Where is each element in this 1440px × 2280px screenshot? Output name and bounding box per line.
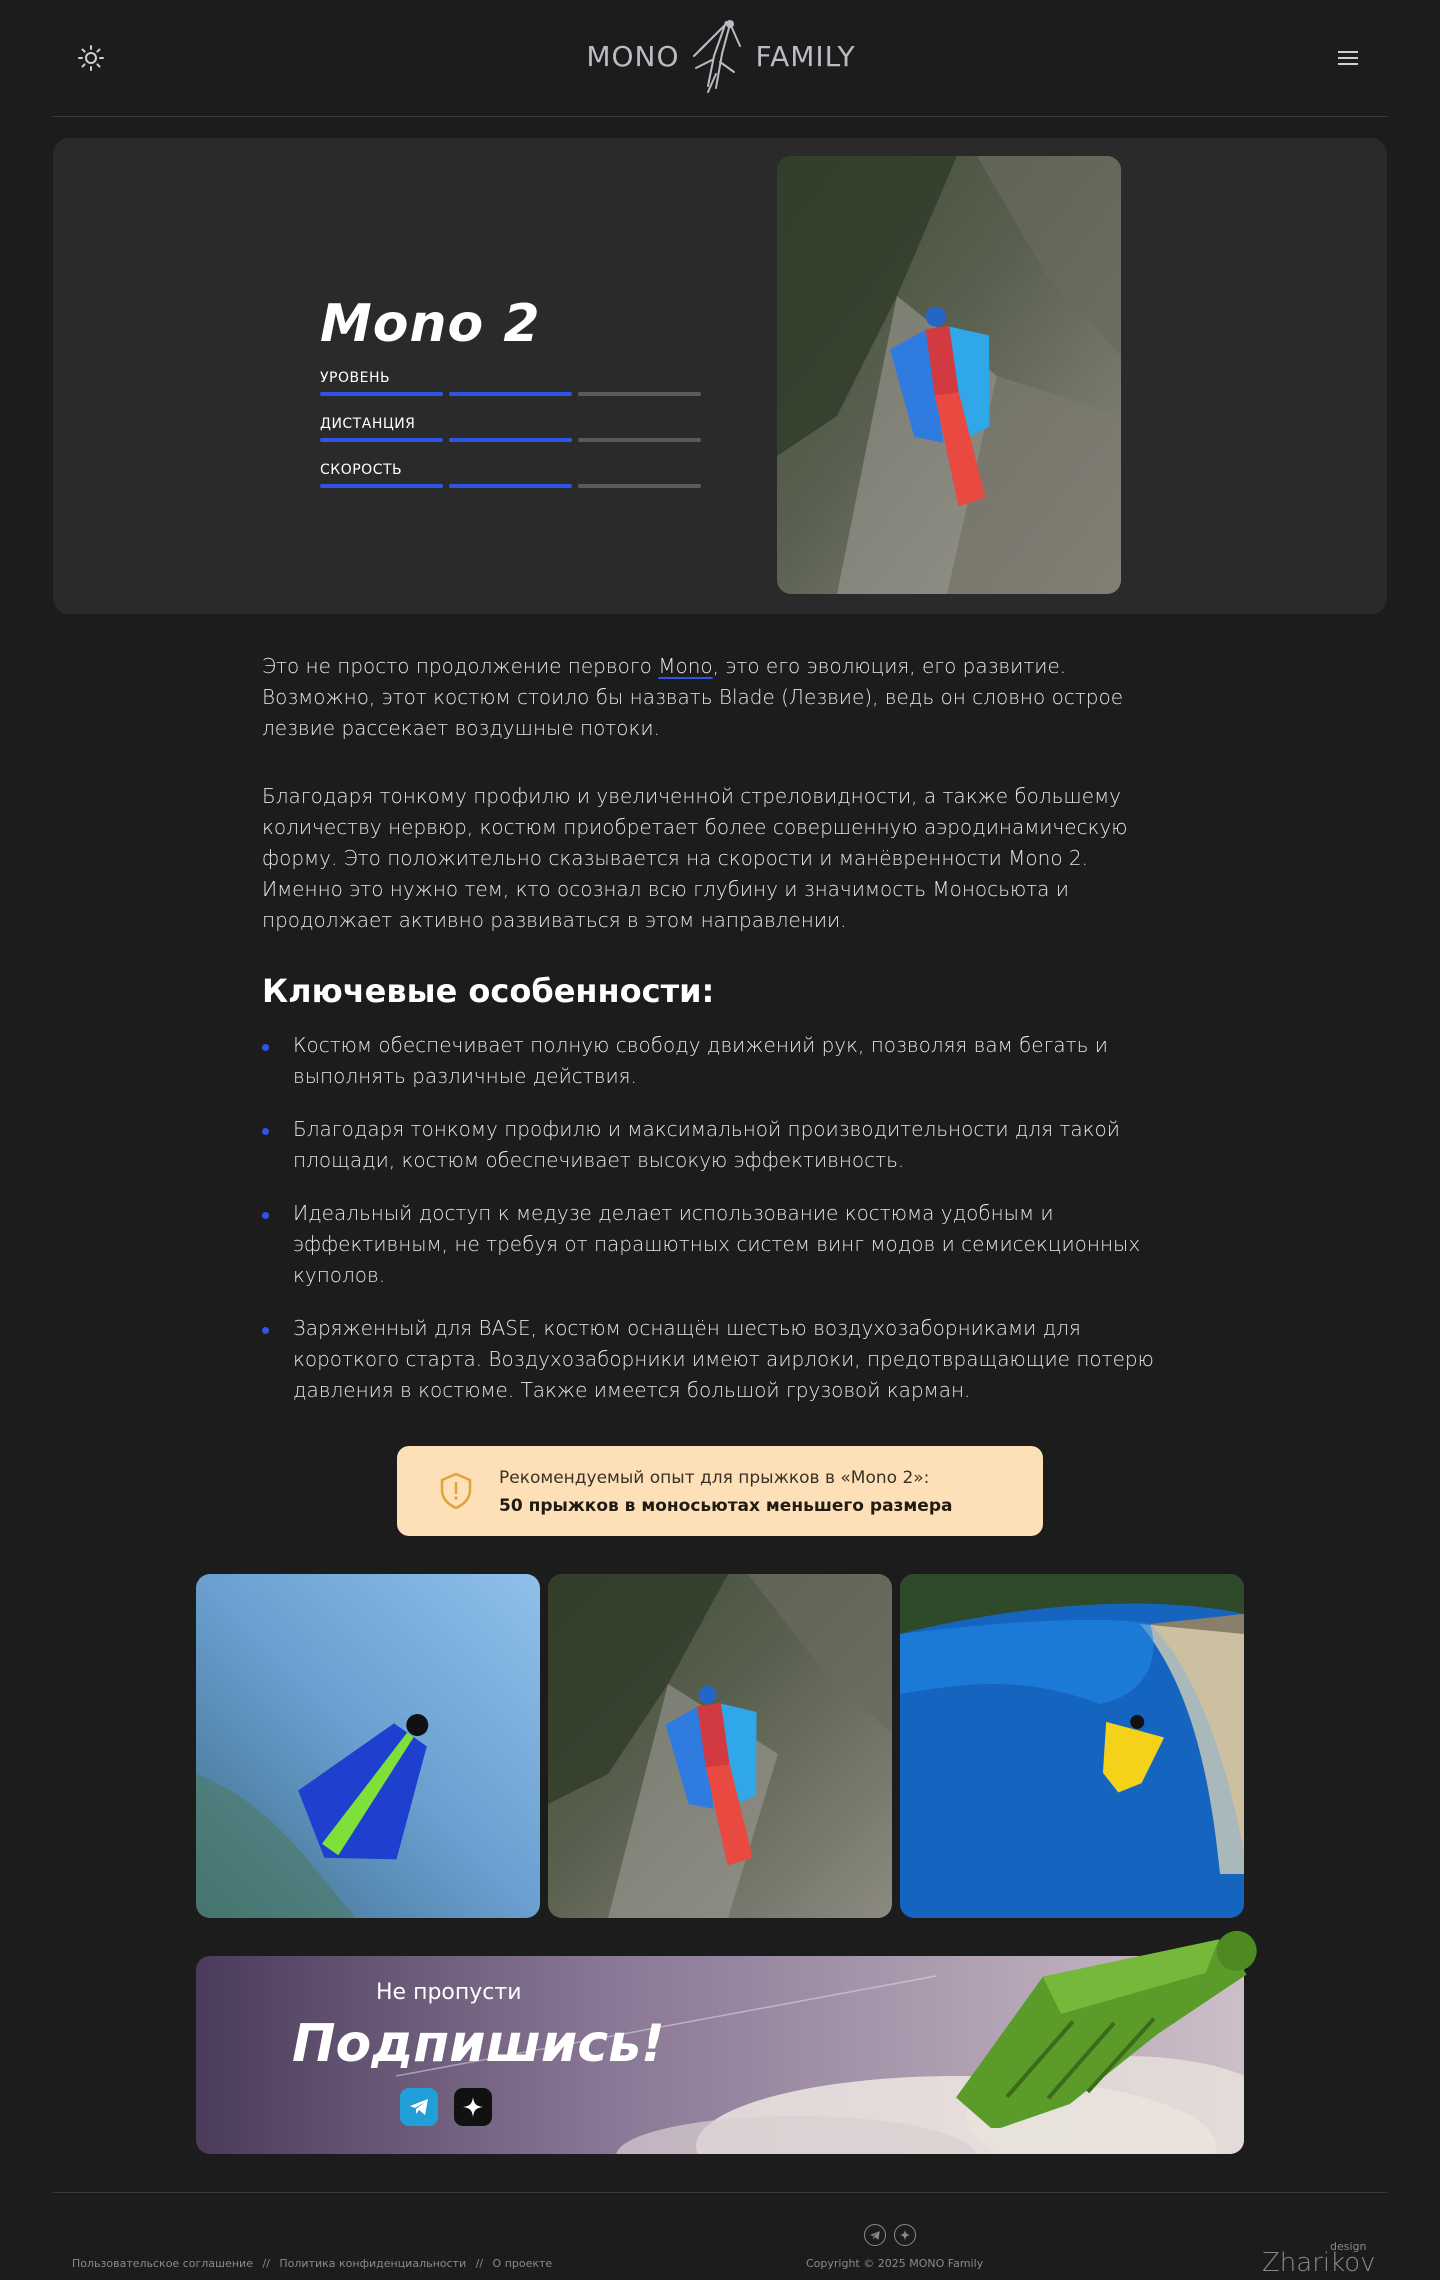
logo-text-left: MONO <box>586 39 680 73</box>
sparkle-button[interactable] <box>454 2088 492 2126</box>
stat-bar-filled <box>449 392 572 396</box>
footer-links: Пользовательское соглашение // Политика … <box>72 2257 558 2270</box>
hero-photo-mountain-flyer <box>777 156 1121 594</box>
terms-link[interactable]: Пользовательское соглашение <box>72 2257 253 2270</box>
shield-warning-icon <box>440 1472 472 1510</box>
notice-line-2: 50 прыжков в моносьютах меньшего размера <box>499 1496 953 1516</box>
site-logo[interactable]: MONO FAMILY <box>586 16 856 96</box>
features-heading: Ключевые особенности: <box>262 972 715 1010</box>
site-header: MONO FAMILY <box>0 0 1440 116</box>
description-block: Это не просто продолжение первого Mono, … <box>262 651 1162 744</box>
separator: // <box>262 2257 270 2270</box>
stat-bar-filled <box>449 484 572 488</box>
stat-bar-empty <box>578 484 701 488</box>
hamburger-menu-icon[interactable] <box>1336 48 1360 68</box>
logo-text-right: FAMILY <box>755 39 856 73</box>
stat-bar-filled <box>320 484 443 488</box>
experience-notice: Рекомендуемый опыт для прыжков в «Mono 2… <box>397 1446 1043 1536</box>
stat-label: УРОВЕНЬ <box>320 370 391 386</box>
wingsuit-logo-icon <box>692 20 741 93</box>
stat-bars <box>320 484 702 488</box>
sparkle-icon <box>463 2097 483 2117</box>
footer-social <box>864 2224 916 2246</box>
header-divider <box>53 116 1387 117</box>
feature-item: Идеальный доступ к медузе делает использ… <box>262 1198 1162 1291</box>
green-wingsuit-illustration <box>956 1930 1257 2128</box>
mono-link[interactable]: Mono <box>658 654 712 678</box>
footer-divider <box>53 2192 1387 2193</box>
stat-level: УРОВЕНЬ <box>320 370 702 396</box>
feature-item: Костюм обеспечивает полную свободу движе… <box>262 1030 1162 1092</box>
text-span: Это не просто продолжение первого <box>262 654 659 678</box>
stat-bar-empty <box>578 438 701 442</box>
stat-bar-filled <box>320 438 443 442</box>
description-block-2: Благодаря тонкому профилю и увеличенной … <box>262 781 1162 936</box>
about-link[interactable]: О проекте <box>493 2257 553 2270</box>
sun-icon[interactable] <box>77 44 105 72</box>
stat-label: СКОРОСТЬ <box>320 462 403 478</box>
subscribe-title: Подпишись! <box>292 2014 665 2074</box>
feature-item: Благодаря тонкому профилю и максимальной… <box>262 1114 1162 1176</box>
telegram-icon <box>410 2099 428 2115</box>
hero-card: Mono 2 УРОВЕНЬ ДИСТАНЦИЯ СКОРОСТЬ <box>53 138 1387 614</box>
copyright-text: Copyright © 2025 MONO Family <box>806 2257 984 2270</box>
stat-bar-filled <box>320 392 443 396</box>
feature-item: Заряженный для BASE, костюм оснащён шест… <box>262 1313 1162 1406</box>
features-list: Костюм обеспечивает полную свободу движе… <box>262 1030 1162 1428</box>
subscribe-subtitle: Не пропусти <box>376 1980 522 2005</box>
description-paragraph-1: Это не просто продолжение первого Mono, … <box>262 651 1162 744</box>
separator: // <box>475 2257 484 2270</box>
footer-sparkle-icon[interactable] <box>894 2224 916 2246</box>
stat-distance: ДИСТАНЦИЯ <box>320 416 702 442</box>
description-paragraph-2: Благодаря тонкому профилю и увеличенной … <box>262 784 1128 932</box>
stat-bars <box>320 438 702 442</box>
stat-speed: СКОРОСТЬ <box>320 462 702 488</box>
stat-label: ДИСТАНЦИЯ <box>320 416 416 432</box>
footer-telegram-icon[interactable] <box>864 2224 886 2246</box>
designer-credit-sup: design <box>1330 2240 1367 2253</box>
gallery-photo-lagoon[interactable] <box>900 1574 1244 1918</box>
product-title: Mono 2 <box>320 294 541 354</box>
gallery-photo-blue-suit[interactable] <box>196 1574 540 1918</box>
telegram-button[interactable] <box>400 2088 438 2126</box>
stat-bars <box>320 392 702 396</box>
gallery-photo-mountain[interactable] <box>548 1574 892 1918</box>
stat-bar-empty <box>578 392 701 396</box>
notice-line-1: Рекомендуемый опыт для прыжков в «Mono 2… <box>499 1468 930 1488</box>
privacy-link[interactable]: Политика конфиденциальности <box>279 2257 466 2270</box>
stat-bar-filled <box>449 438 572 442</box>
